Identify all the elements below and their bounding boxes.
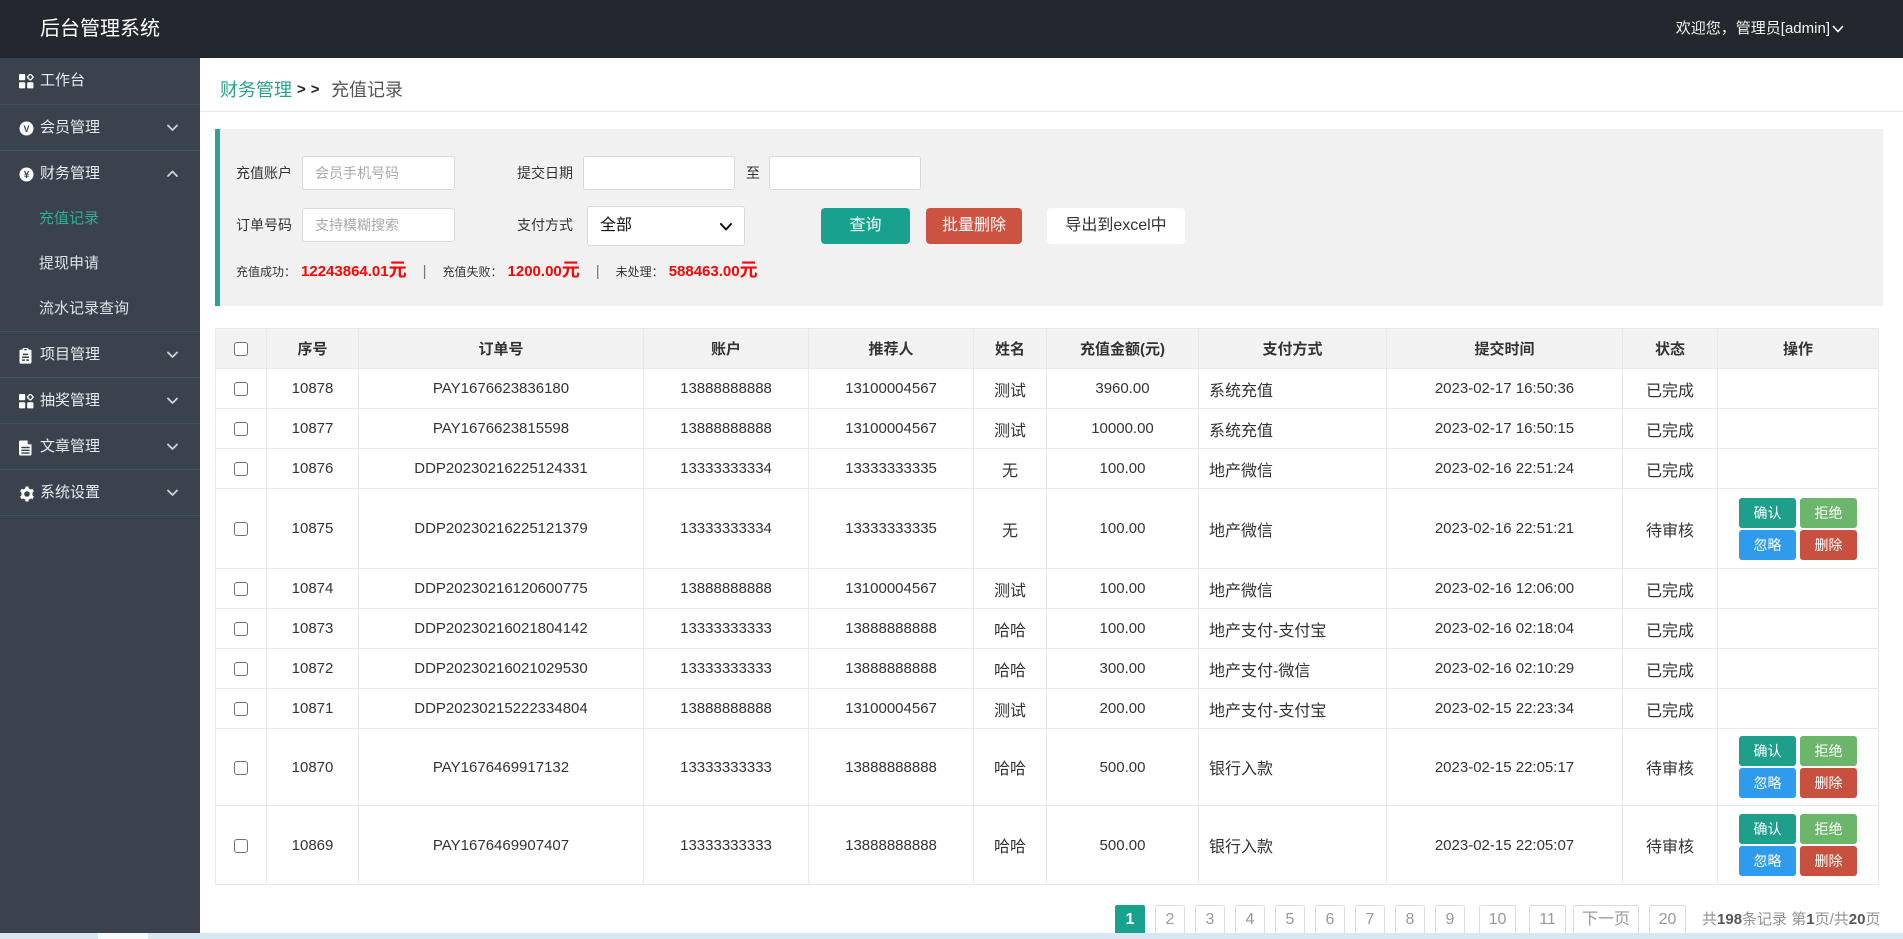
svg-text:¥: ¥ [24,170,30,181]
svg-text:V: V [23,124,29,134]
